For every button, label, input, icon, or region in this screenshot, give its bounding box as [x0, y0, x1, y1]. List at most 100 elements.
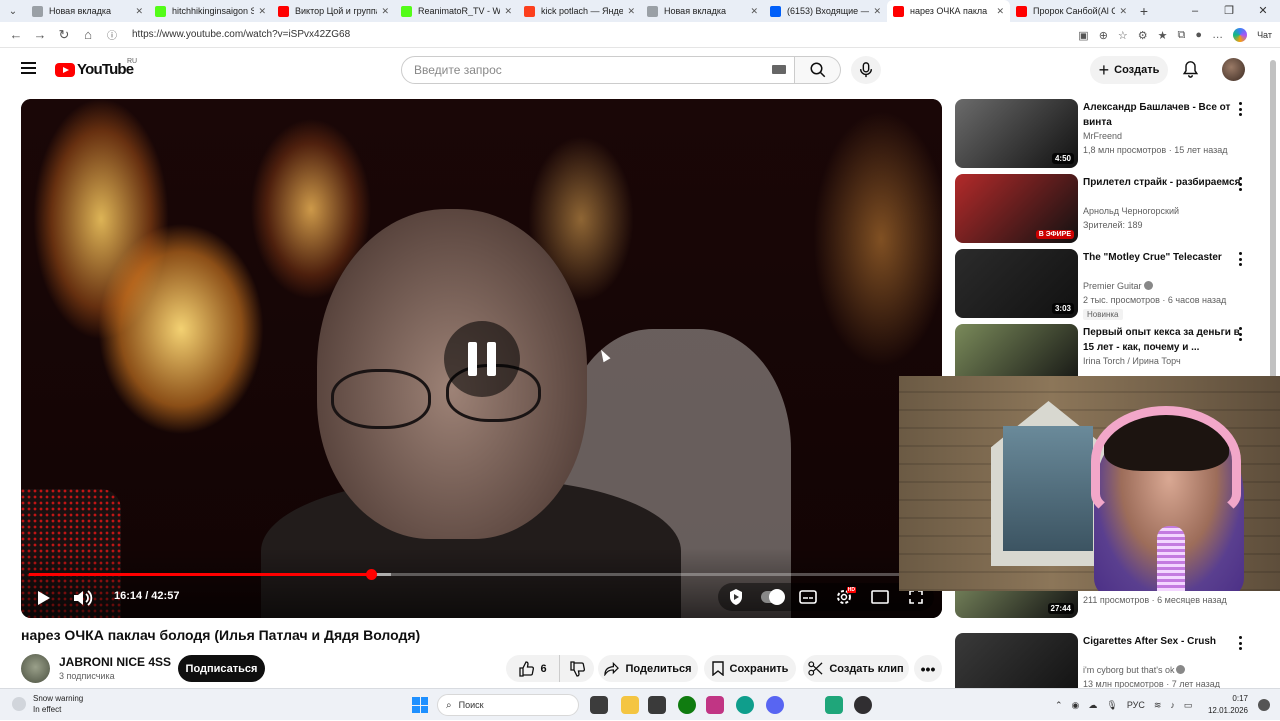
- close-window-icon[interactable]: ✕: [1246, 0, 1280, 22]
- taskbar-search-box[interactable]: ⌕ Поиск: [437, 694, 579, 716]
- channel-name[interactable]: JABRONI NICE 4SS: [59, 655, 171, 669]
- recommendation-title[interactable]: Первый опыт кекса за деньги в 15 лет - к…: [1083, 325, 1243, 355]
- copilot-icon[interactable]: [1233, 28, 1248, 42]
- zoom-icon[interactable]: ⊕: [1099, 29, 1108, 42]
- autoplay-toggle[interactable]: [760, 585, 785, 609]
- browser-tab[interactable]: Виктор Цой и группа ✕: [272, 0, 395, 22]
- settings-gear-icon[interactable]: HD: [832, 585, 856, 609]
- edge-browser-icon[interactable]: [736, 696, 754, 714]
- create-clip-button[interactable]: Создать клип: [803, 655, 909, 682]
- more-actions-icon[interactable]: •••: [914, 655, 942, 682]
- minimize-icon[interactable]: –: [1178, 0, 1212, 22]
- save-button[interactable]: Сохранить: [704, 655, 796, 682]
- app-available-icon[interactable]: ▣: [1078, 29, 1088, 42]
- app-green-icon[interactable]: [825, 696, 843, 714]
- tab-list-menu-icon[interactable]: ⌄: [0, 0, 26, 22]
- recommendation-channel[interactable]: Арнольд Черногорский: [1083, 206, 1179, 216]
- tab-close-icon[interactable]: ✕: [504, 6, 512, 17]
- search-button[interactable]: [795, 56, 841, 84]
- tab-close-icon[interactable]: ✕: [381, 6, 389, 17]
- task-view-icon[interactable]: [590, 696, 608, 714]
- file-explorer-icon[interactable]: [621, 696, 639, 714]
- xbox-icon[interactable]: [678, 696, 696, 714]
- language-indicator[interactable]: РУС: [1127, 700, 1145, 710]
- tab-close-icon[interactable]: ✕: [873, 6, 881, 17]
- keyboard-icon[interactable]: [772, 65, 786, 74]
- progress-bar[interactable]: [29, 569, 934, 580]
- tab-close-icon[interactable]: ✕: [750, 6, 758, 17]
- recommendation-item[interactable]: В ЭФИРЕ Прилетел страйк - разбираемся Арно…: [955, 174, 1255, 244]
- tray-network-icon[interactable]: ☁: [1088, 700, 1097, 711]
- discord-icon[interactable]: [766, 696, 784, 714]
- dislike-button[interactable]: [560, 655, 594, 682]
- media-app-icon[interactable]: [648, 696, 666, 714]
- favorites-icon[interactable]: ★: [1158, 29, 1168, 42]
- favorite-star-icon[interactable]: ☆: [1118, 29, 1128, 42]
- windows-start-icon[interactable]: [412, 697, 428, 713]
- channel-avatar[interactable]: [21, 654, 50, 683]
- tab-close-icon[interactable]: ✕: [1119, 6, 1127, 17]
- menu-icon[interactable]: [21, 62, 36, 74]
- recommendation-channel[interactable]: Irina Torch / Ирина Торч: [1083, 356, 1181, 366]
- site-info-icon[interactable]: ⓘ: [100, 27, 124, 42]
- back-icon[interactable]: ←: [4, 27, 28, 42]
- home-icon[interactable]: ⌂: [76, 27, 100, 42]
- wifi-icon[interactable]: ≋: [1154, 700, 1162, 711]
- video-player[interactable]: 16:14 / 42:57 HD: [21, 99, 942, 618]
- forward-icon[interactable]: →: [28, 27, 52, 42]
- browser-tab[interactable]: Новая вкладка ✕: [641, 0, 764, 22]
- tray-app-icon[interactable]: ◉: [1072, 700, 1080, 711]
- url-field[interactable]: https://www.youtube.com/watch?v=iSPvx42Z…: [132, 29, 350, 40]
- recommendation-title[interactable]: Прилетел страйк - разбираемся: [1083, 175, 1243, 190]
- video-thumbnail[interactable]: 4:50: [955, 99, 1078, 168]
- share-button[interactable]: Поделиться: [598, 655, 698, 682]
- video-thumbnail[interactable]: 3:03: [955, 249, 1078, 318]
- browser-tab[interactable]: kick potlach — Яндекс ✕: [518, 0, 641, 22]
- account-avatar[interactable]: [1222, 58, 1245, 81]
- like-button[interactable]: 6: [506, 655, 560, 682]
- battery-icon[interactable]: ▭: [1184, 700, 1193, 711]
- volume-icon[interactable]: [73, 589, 93, 607]
- obs-icon[interactable]: [854, 696, 872, 714]
- new-tab-button[interactable]: +: [1133, 3, 1155, 19]
- more-icon[interactable]: …: [1212, 29, 1223, 41]
- recommendation-item[interactable]: 4:50 Александр Башлачев - Все от винта MrF…: [955, 99, 1255, 169]
- profile-icon[interactable]: ●: [1195, 29, 1202, 41]
- weather-title[interactable]: Snow warning: [33, 694, 83, 703]
- browser-tab[interactable]: (6153) Входящие — Ра✕: [764, 0, 887, 22]
- browser-tab[interactable]: Новая вкладка ✕: [26, 0, 149, 22]
- subtitles-icon[interactable]: [796, 585, 820, 609]
- progress-scrubber-handle[interactable]: [366, 569, 378, 580]
- tray-overflow-icon[interactable]: ⌃: [1055, 700, 1063, 711]
- recommendation-channel[interactable]: i'm cyborg but that's ok: [1083, 665, 1186, 675]
- tab-close-icon[interactable]: ✕: [627, 6, 635, 17]
- subscribe-button[interactable]: Подписаться: [178, 655, 265, 682]
- tab-close-icon[interactable]: ✕: [258, 6, 266, 17]
- more-options-icon[interactable]: [1239, 327, 1243, 341]
- recommendation-item[interactable]: 3:03 The "Motley Crue" Telecaster Premier …: [955, 249, 1255, 320]
- recommendation-title[interactable]: Cigarettes After Sex - Crush: [1083, 634, 1243, 649]
- recommendation-channel[interactable]: Premier Guitar: [1083, 281, 1153, 291]
- more-options-icon[interactable]: [1239, 636, 1243, 650]
- search-input[interactable]: Введите запрос: [401, 56, 795, 84]
- more-options-icon[interactable]: [1239, 252, 1243, 266]
- instagram-app-icon[interactable]: [706, 696, 724, 714]
- notifications-icon[interactable]: [1258, 699, 1270, 711]
- recommendation-title[interactable]: The "Motley Crue" Telecaster: [1083, 250, 1243, 265]
- youtube-logo[interactable]: YouTube: [55, 61, 134, 78]
- recommendation-title[interactable]: Александр Башлачев - Все от винта: [1083, 100, 1243, 130]
- more-options-icon[interactable]: [1239, 102, 1243, 116]
- speaker-icon[interactable]: ♪: [1170, 700, 1175, 710]
- create-button[interactable]: + Создать: [1090, 56, 1168, 84]
- chat-label[interactable]: Чат: [1257, 30, 1272, 40]
- notifications-bell-icon[interactable]: [1182, 60, 1199, 78]
- page-scrollbar[interactable]: [1270, 60, 1276, 380]
- maximize-icon[interactable]: ❐: [1212, 0, 1246, 22]
- voice-search-button[interactable]: [851, 56, 881, 84]
- browser-tab[interactable]: Пророк Санбой(Al Co ✕: [1010, 0, 1133, 22]
- sponsor-shield-icon[interactable]: [724, 585, 748, 609]
- more-options-icon[interactable]: [1239, 177, 1243, 191]
- browser-tab[interactable]: hitchhikinginsaigon Stre✕: [149, 0, 272, 22]
- browser-tab[interactable]: нарез ОЧКА пакла ✕: [887, 0, 1010, 22]
- reload-icon[interactable]: ↻: [52, 27, 76, 43]
